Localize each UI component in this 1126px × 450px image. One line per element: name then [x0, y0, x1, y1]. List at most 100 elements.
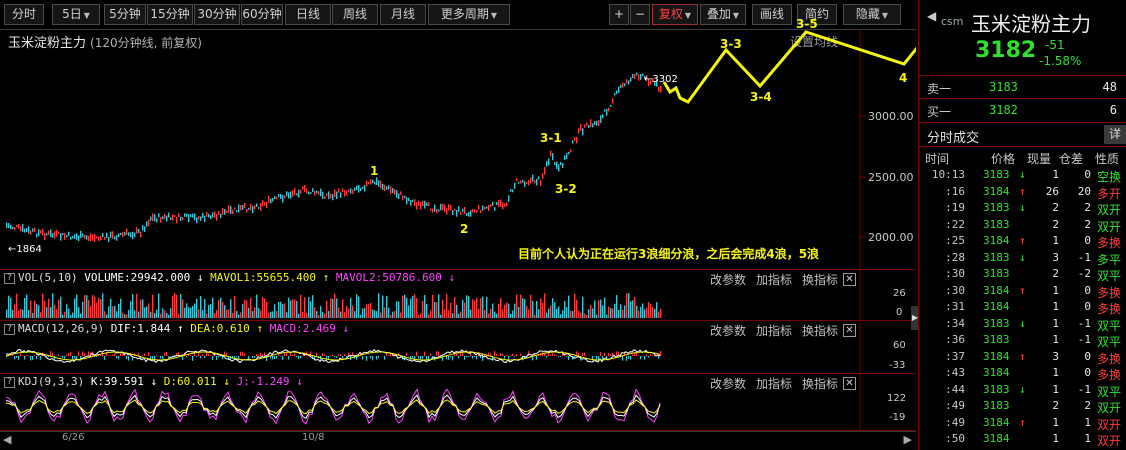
col-header-nature: 性质 [1095, 152, 1120, 166]
ask-label: 卖一 [927, 82, 952, 96]
col-header-time: 时间 [925, 152, 950, 166]
bid-volume: 6 [1109, 103, 1117, 117]
vol-mavol2-value: MAVOL2:50786.600 [335, 271, 442, 284]
tick-price: 3184 [983, 349, 1010, 363]
tick-row: :43 3184 1 0 多换 [919, 365, 1126, 382]
fuquan-button[interactable]: 复权 ▼ [652, 4, 698, 25]
tick-volume: 2 [1052, 217, 1059, 231]
switch-indicator-button[interactable]: 换指标 [802, 377, 838, 391]
up-arrow-icon: ↑ [256, 322, 264, 335]
period-button-daily[interactable]: 日线 [285, 4, 331, 25]
draw-line-button[interactable]: 画线 [752, 4, 792, 25]
tick-price: 3184 [983, 432, 1010, 445]
instrument-code: csm [941, 15, 964, 28]
scroll-right-icon[interactable]: ▶ [904, 433, 912, 446]
switch-indicator-button[interactable]: 换指标 [802, 273, 838, 287]
down-arrow-icon: ↓ [448, 271, 456, 284]
down-arrow-icon: ↓ [1019, 250, 1026, 264]
ask-row: 卖一 3183 48 [919, 77, 1126, 97]
tick-row: 10:13 3183 ↓ 1 0 空换 [919, 167, 1126, 184]
help-icon[interactable]: ? [4, 376, 15, 388]
edit-params-button[interactable]: 改参数 [710, 273, 746, 287]
period-button-60min[interactable]: 60分钟 [241, 4, 283, 25]
tick-volume: 1 [1052, 234, 1059, 247]
tick-time: :49 [945, 415, 965, 429]
help-icon[interactable]: ? [4, 323, 15, 335]
quote-panel: ◀ csm 玉米淀粉主力 3182 -51 -1.58% 卖一 3183 48 … [918, 0, 1126, 450]
tick-volume: 3 [1052, 250, 1059, 264]
main-chart-panel[interactable]: 玉米淀粉主力 (120分钟线, 前复权) 设置均线 [0, 30, 916, 270]
tick-volume: 1 [1052, 300, 1059, 313]
tick-oi-change: 0 [1084, 168, 1091, 181]
bid-label: 买一 [927, 105, 952, 119]
chevron-down-icon: ▼ [881, 11, 889, 20]
add-indicator-button[interactable]: 加指标 [756, 324, 792, 338]
tick-oi-change: -1 [1077, 316, 1091, 330]
kdj-panel[interactable]: ? KDJ(9,3,3) K:39.591 ↓ D:60.011 ↓ J:-1.2… [0, 374, 916, 431]
period-button-15min[interactable]: 15分钟 [147, 4, 193, 25]
tick-price: 3183 [983, 201, 1010, 214]
period-button-30min[interactable]: 30分钟 [194, 4, 240, 25]
tick-price: 3184 [983, 283, 1010, 297]
period-button-5day[interactable]: 5日 ▼ [52, 4, 100, 25]
help-icon[interactable]: ? [4, 272, 15, 284]
prev-instrument-icon[interactable]: ◀ [927, 9, 936, 23]
vol-panel[interactable]: ? VOL(5,10) VOLUME:29942.000 ↓ MAVOL1:556… [0, 270, 916, 321]
tick-volume: 2 [1052, 201, 1059, 214]
ma-settings-link[interactable]: 设置均线 [790, 33, 838, 50]
tick-time: :44 [945, 382, 965, 396]
overlay-button[interactable]: 叠加 ▼ [700, 4, 746, 25]
period-button-weekly[interactable]: 周线 [332, 4, 378, 25]
tick-price: 3183 [983, 250, 1010, 264]
tick-row: :30 3183 2 -2 双平 [919, 266, 1126, 283]
down-arrow-icon: ↓ [150, 375, 158, 388]
tick-time: :37 [945, 349, 965, 363]
more-periods-button[interactable]: 更多周期 ▼ [428, 4, 510, 25]
tick-time: :16 [945, 184, 965, 198]
tick-oi-change: 0 [1084, 283, 1091, 297]
tick-nature: 双平 [1097, 318, 1122, 333]
period-button-5min[interactable]: 5分钟 [104, 4, 146, 25]
col-header-oi: 仓差 [1059, 152, 1084, 166]
tick-price: 3183 [983, 217, 1010, 231]
tick-oi-change: 2 [1084, 217, 1091, 231]
tick-time: :34 [945, 316, 965, 330]
tick-row: :49 3184 ↑ 1 1 双开 [919, 415, 1126, 432]
tick-time: :49 [945, 399, 965, 412]
up-arrow-icon: ↑ [1019, 415, 1026, 429]
chevron-down-icon: ▼ [83, 11, 90, 20]
detail-button[interactable]: 详 [1104, 125, 1126, 144]
switch-indicator-button[interactable]: 换指标 [802, 324, 838, 338]
scroll-left-icon[interactable]: ◀ [3, 433, 11, 446]
add-indicator-button[interactable]: 加指标 [756, 273, 792, 287]
zoom-out-button[interactable]: − [630, 4, 650, 25]
x-date-label: 6/26 [62, 432, 85, 443]
tick-price: 3184 [983, 300, 1010, 313]
tick-row: :36 3183 1 -1 双平 [919, 332, 1126, 349]
period-button-intraday[interactable]: 分时 [4, 4, 44, 25]
edit-params-button[interactable]: 改参数 [710, 324, 746, 338]
tick-oi-change: -1 [1077, 333, 1091, 346]
instrument-name: 玉米淀粉主力 [971, 12, 1091, 36]
kdj-d-value: D:60.011 [163, 375, 217, 388]
close-icon[interactable]: ✕ [843, 273, 856, 286]
add-indicator-button[interactable]: 加指标 [756, 377, 792, 391]
chevron-down-icon: ▼ [490, 11, 498, 20]
close-icon[interactable]: ✕ [843, 324, 856, 337]
tick-row: :22 3183 2 2 双开 [919, 217, 1126, 234]
hide-button[interactable]: 隐藏 ▼ [843, 4, 901, 25]
simple-mode-button[interactable]: 简约 [797, 4, 837, 25]
horizontal-scrollbar[interactable]: ◀ ▶ [0, 431, 916, 450]
zoom-in-button[interactable]: + [609, 4, 629, 25]
period-button-monthly[interactable]: 月线 [380, 4, 426, 25]
down-arrow-icon: ↓ [1019, 168, 1026, 181]
tick-time: :31 [945, 300, 965, 313]
tick-oi-change: 1 [1084, 415, 1091, 429]
close-icon[interactable]: ✕ [843, 377, 856, 390]
tick-time: :19 [945, 201, 965, 214]
tick-volume: 3 [1052, 349, 1059, 363]
col-header-price: 价格 [991, 152, 1016, 166]
bid-price: 3182 [989, 103, 1018, 117]
edit-params-button[interactable]: 改参数 [710, 377, 746, 391]
macd-panel[interactable]: ? MACD(12,26,9) DIF:1.844 ↑ DEA:0.610 ↑ M… [0, 321, 916, 374]
